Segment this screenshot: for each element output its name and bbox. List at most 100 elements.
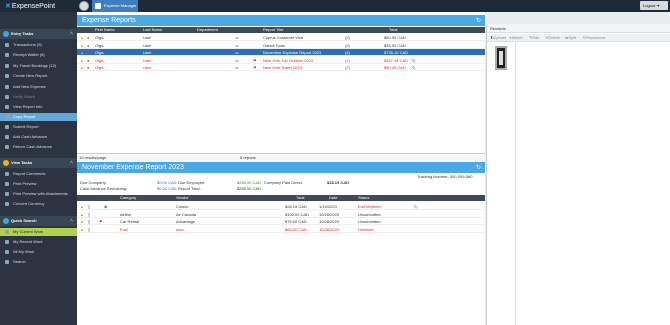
sidebar-item-recent-work[interactable]: My Recent Work xyxy=(0,238,77,246)
sidebar-item-transactions[interactable]: Transactions (9) xyxy=(0,41,77,49)
logout-button[interactable]: Logout ➜ xyxy=(640,1,668,10)
report-count: 5 reports xyxy=(240,155,256,160)
section-view-tasks[interactable]: View Tasks ˄ xyxy=(0,158,77,168)
expense-row[interactable]: ▲ ▯ ◉ Costco $28.15 CAD 1/15/2023 Edit require… xyxy=(77,203,485,210)
person-icon: ● xyxy=(87,50,90,55)
top-bar: ✕ExpensePoint Expense Manager Logout ➜ xyxy=(0,0,670,12)
work-icon xyxy=(5,230,9,234)
report-row[interactable]: ▲ ● Olga User ▭ ⚑ New York Trip October 2023 (2… xyxy=(77,57,485,64)
chevron-up-icon: ˄ xyxy=(70,31,73,37)
person-icon: ● xyxy=(87,65,90,70)
report-row[interactable]: ▲ ● Olga User ▭ November Expense Report 2023(… xyxy=(77,49,485,56)
flag-icon: ⚑ xyxy=(99,219,103,224)
receipts-toolbar: ⬆ Upload + Attach ✎ Edit ✕ Delete ⇆ Spli… xyxy=(487,34,670,42)
sidebar-item-add-expense[interactable]: Add New Expense xyxy=(0,83,77,91)
expense-row[interactable]: ▲ ▯ Airline Air Canada $100.00 CAD 10/28/2023… xyxy=(77,211,485,218)
section-entry-tasks[interactable]: Entry Tasks ˄ xyxy=(0,29,77,39)
detail-title-bar: November Expense Report 2023 ↻ xyxy=(77,162,485,173)
wallet-icon xyxy=(5,53,9,57)
attach-button[interactable]: + Attach xyxy=(509,34,523,42)
receipt-thumbnail[interactable] xyxy=(495,46,507,70)
reprocess-button[interactable]: ↻ Reprocess xyxy=(583,34,605,42)
sidebar-item-add-cash-advance[interactable]: Add Cash Advance xyxy=(0,133,77,141)
plus-icon xyxy=(5,85,9,89)
sidebar-item-print-preview-attachments[interactable]: Print Preview with Attachments xyxy=(0,190,77,198)
folder-icon xyxy=(5,250,9,254)
sidebar-item-verify-match[interactable]: Verify Match xyxy=(0,93,77,101)
card-icon: ▭ xyxy=(235,65,239,70)
warning-icon: ▲ xyxy=(80,204,84,209)
clock-icon xyxy=(5,240,9,244)
attachment-icon: 📎 xyxy=(413,204,418,209)
expense-row[interactable]: ▲ ▯ Fuel esso $65.00 CAD 10/28/2023 Declined xyxy=(77,226,485,233)
search-icon xyxy=(5,260,9,264)
check-icon xyxy=(5,95,9,99)
plane-icon xyxy=(5,64,9,68)
sidebar-item-search[interactable]: Search xyxy=(0,258,77,266)
person-icon: ● xyxy=(87,42,90,48)
main-panel: Expense Reports ↻ First Name Last Name De… xyxy=(77,12,485,325)
card-icon: ▭ xyxy=(235,50,239,55)
sidebar-item-copy-report[interactable]: Copy Report xyxy=(0,113,77,121)
sidebar-item-all-work[interactable]: All My Work xyxy=(0,248,77,256)
flag-icon: ⚑ xyxy=(253,57,257,63)
cash-icon xyxy=(5,135,9,139)
warning-icon: ▲ xyxy=(80,50,84,55)
detail-header: Category Vendor Total Date Status xyxy=(77,195,485,201)
card-icon: ▭ xyxy=(235,57,239,63)
receipts-title: Receipts xyxy=(487,24,670,33)
warning-icon: ▲ xyxy=(80,35,84,40)
sidebar-item-return-cash-advance[interactable]: Return Cash Advance xyxy=(0,143,77,151)
report-row[interactable]: ▲ ● Olga User ▭ Cyprus Customer Visit (2) $80.0… xyxy=(77,34,485,41)
sidebar-item-report-comments[interactable]: Report Comments xyxy=(0,170,77,178)
sidebar-item-submit-report[interactable]: Submit Report xyxy=(0,123,77,131)
upload-button[interactable]: ⬆ Upload xyxy=(490,34,506,42)
edit-button[interactable]: ✎ Edit xyxy=(529,34,539,42)
currency-icon xyxy=(5,202,9,206)
sidebar-item-travel-bookings[interactable]: My Travel Bookings (12) xyxy=(0,62,77,70)
delete-button[interactable]: ✕ Delete xyxy=(545,34,560,42)
reports-title-bar: Expense Reports ↻ xyxy=(77,15,485,26)
chevron-up-icon: ˄ xyxy=(70,218,73,224)
sidebar-item-print-preview[interactable]: Print Preview xyxy=(0,180,77,188)
receipt-icon: ◉ xyxy=(104,204,108,209)
refresh-icon[interactable]: ↻ xyxy=(476,163,481,174)
receipt-divider xyxy=(515,43,516,325)
warning-icon: ▲ xyxy=(80,211,84,217)
copy-icon xyxy=(5,115,9,119)
report-row[interactable]: ▲ ● Olga User ▭ ⚑ New York Travel 2023 (2) $80.4… xyxy=(77,64,485,71)
app-icon xyxy=(95,3,101,9)
sidebar-item-current-work[interactable]: My Current Work xyxy=(0,228,77,236)
submit-icon xyxy=(5,125,9,129)
sidebar-item-receipt-wallet[interactable]: Receipt Wallet (6) xyxy=(0,51,77,59)
comment-icon xyxy=(5,172,9,176)
person-icon: ● xyxy=(87,57,90,63)
logo-x-icon: ✕ xyxy=(5,3,11,10)
warning-icon: ▲ xyxy=(80,65,84,70)
person-icon: ● xyxy=(87,35,90,40)
tab-expense-manager[interactable]: Expense Manager xyxy=(92,0,138,12)
card-icon: ▭ xyxy=(235,35,239,40)
warning-icon: ▲ xyxy=(80,226,84,232)
split-button[interactable]: ⇆ Split xyxy=(565,34,576,42)
receipts-panel: Receipts ⬆ Upload + Attach ✎ Edit ✕ Dele… xyxy=(486,24,670,325)
home-button[interactable] xyxy=(79,1,89,11)
view-icon xyxy=(3,160,9,166)
sidebar-item-create-report[interactable]: Create New Report xyxy=(0,72,77,80)
warning-icon: ▲ xyxy=(80,42,84,48)
sidebar-item-view-report-info[interactable]: View Report Info xyxy=(0,103,77,111)
cash-icon xyxy=(5,145,9,149)
section-quick-search[interactable]: Quick Search ˄ xyxy=(0,216,77,226)
attachment-icon: 📎 xyxy=(411,65,416,70)
flag-icon: ⚑ xyxy=(253,65,257,70)
chevron-up-icon: ˄ xyxy=(70,160,73,166)
document-icon: ▯ xyxy=(88,204,91,209)
sidebar-item-convert-currency[interactable]: Convert Currency xyxy=(0,200,77,208)
print-icon xyxy=(5,192,9,196)
expense-row[interactable]: ▲ ▯ ⚑ Car Rental Advantage $75.00 CAD 10/28/20… xyxy=(77,218,485,225)
list-icon xyxy=(5,43,9,47)
report-row[interactable]: ▲ ● Olga User ▭ Gabidi Tools (2) $45.00 CAD xyxy=(77,42,485,49)
per-page-select[interactable]: 10 results/page xyxy=(79,154,106,162)
refresh-icon[interactable]: ↻ xyxy=(476,16,481,27)
sidebar: Entry Tasks ˄ Transactions (9) Receipt Wa… xyxy=(0,12,77,325)
